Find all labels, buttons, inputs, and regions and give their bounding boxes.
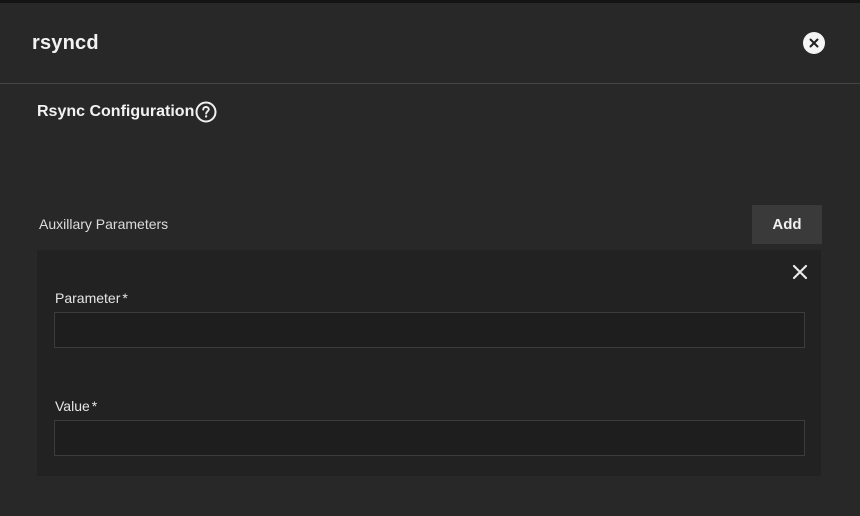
section-title: Rsync Configuration [37, 103, 195, 120]
aux-parameters-label: Auxillary Parameters [39, 216, 169, 232]
parameter-card: Parameter * Value * [37, 250, 821, 476]
value-label-text: Value [55, 398, 90, 414]
required-mark: * [91, 398, 98, 414]
parameter-input[interactable] [54, 312, 805, 348]
value-input[interactable] [54, 420, 805, 456]
help-circle-icon[interactable] [195, 101, 217, 123]
parameter-label-text: Parameter [55, 290, 121, 306]
dialog-title: rsyncd [32, 32, 99, 54]
close-dialog-button[interactable] [803, 32, 825, 54]
close-icon[interactable] [791, 263, 809, 281]
value-field-label: Value * [55, 398, 97, 414]
add-parameter-button[interactable]: Add [752, 205, 822, 244]
close-circle-icon [809, 38, 819, 48]
parameter-field-label: Parameter * [55, 290, 128, 306]
required-mark: * [122, 290, 128, 306]
dialog-header: rsyncd [0, 3, 860, 84]
dialog-content: Rsync Configuration Auxillary Parameters… [0, 84, 860, 516]
